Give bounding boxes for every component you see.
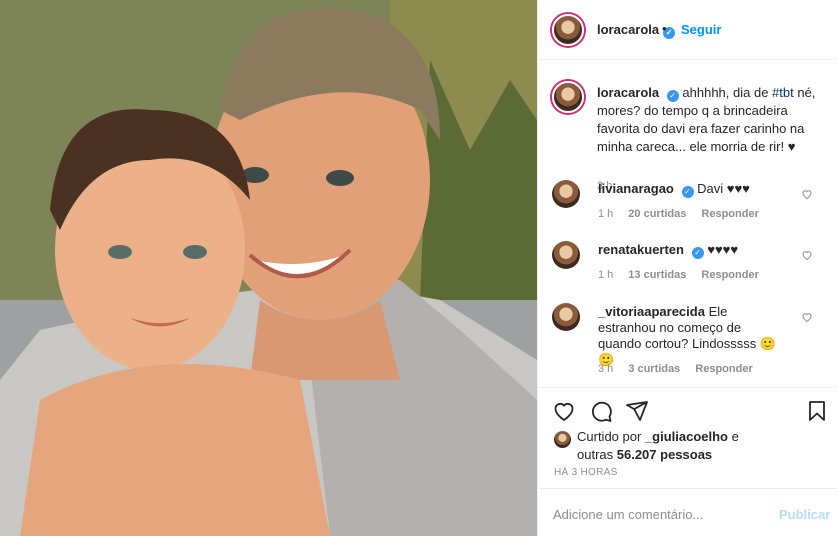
comments-section[interactable]: loracarola ✓ ahhhhh, dia de #tbt né, mor… [538, 61, 837, 386]
liker-avatar[interactable] [554, 431, 571, 448]
comment-meta: 1 h 13 curtidas Responder [598, 269, 774, 281]
comment-likes[interactable]: 20 curtidas [628, 208, 686, 220]
verified-icon: ✓ [681, 186, 694, 198]
bookmark-icon[interactable] [805, 399, 829, 423]
comment-time[interactable]: 3 h [598, 363, 613, 375]
comment-input[interactable] [553, 503, 753, 525]
commenter-username[interactable]: renatakuerten [598, 242, 684, 257]
post-photo[interactable] [0, 0, 537, 536]
author-username[interactable]: loracarola [597, 22, 659, 37]
separator-dot: • [662, 21, 667, 36]
comment-body: Davi ♥♥♥ [697, 181, 750, 196]
small-heart-icon[interactable] [801, 188, 813, 200]
comment-meta: 3 h 3 curtidas Responder [598, 363, 768, 375]
posted-time[interactable]: HÁ 3 HORAS [554, 467, 618, 478]
author-avatar[interactable] [552, 14, 584, 46]
share-icon[interactable] [625, 399, 649, 423]
caption-verified-icon: ✓ [666, 90, 679, 102]
post-header: loracarola ✓ • Seguir [538, 0, 837, 60]
heart-icon[interactable] [552, 399, 576, 423]
likes-prefix: Curtido por [577, 429, 645, 444]
commenter-avatar[interactable] [552, 180, 580, 208]
comment-time[interactable]: 1 h [598, 269, 613, 281]
post-panel: loracarola ✓ • Seguir loracarola ✓ ahhhhh… [537, 0, 837, 536]
comment-text: renatakuerten ✓ ♥♥♥♥ [598, 242, 798, 259]
caption-hashtag[interactable]: #tbt [772, 85, 794, 100]
reply-button[interactable]: Responder [695, 363, 752, 375]
comment-composer: Publicar [538, 488, 837, 536]
comment-icon[interactable] [589, 399, 613, 423]
reply-button[interactable]: Responder [701, 208, 758, 220]
commenter-avatar[interactable] [552, 303, 580, 331]
comment-meta: 1 h 20 curtidas Responder [598, 208, 774, 220]
caption-body-start: ahhhhh, dia de [682, 85, 773, 100]
commenter-username[interactable]: _vitoriaaparecida [598, 304, 705, 319]
post-actions: Curtido por _giuliacoelho e outras 56.20… [538, 387, 837, 487]
reply-button[interactable]: Responder [701, 269, 758, 281]
publish-button[interactable]: Publicar [779, 507, 830, 522]
small-heart-icon[interactable] [801, 249, 813, 261]
verified-icon: ✓ [691, 247, 704, 259]
small-heart-icon[interactable] [801, 311, 813, 323]
follow-button[interactable]: Seguir [681, 22, 721, 37]
caption-username[interactable]: loracarola [597, 85, 659, 100]
photo-illustration [0, 0, 537, 536]
commenter-username[interactable]: livianaragao [598, 181, 674, 196]
comment-body: ♥♥♥♥ [707, 242, 739, 257]
comment-text: livianaragao ✓ Davi ♥♥♥ [598, 181, 798, 198]
caption-text: loracarola ✓ ahhhhh, dia de #tbt né, mor… [597, 84, 829, 156]
likes-text: Curtido por _giuliacoelho e outras 56.20… [577, 428, 757, 464]
caption-avatar[interactable] [552, 81, 584, 113]
comment-likes[interactable]: 3 curtidas [628, 363, 680, 375]
likes-count[interactable]: 56.207 pessoas [617, 447, 712, 462]
commenter-avatar[interactable] [552, 241, 580, 269]
liker-username[interactable]: _giuliacoelho [645, 429, 728, 444]
comment-time[interactable]: 1 h [598, 208, 613, 220]
comment-text: _vitoriaaparecida Ele estranhou no começ… [598, 304, 788, 368]
comment-likes[interactable]: 13 curtidas [628, 269, 686, 281]
